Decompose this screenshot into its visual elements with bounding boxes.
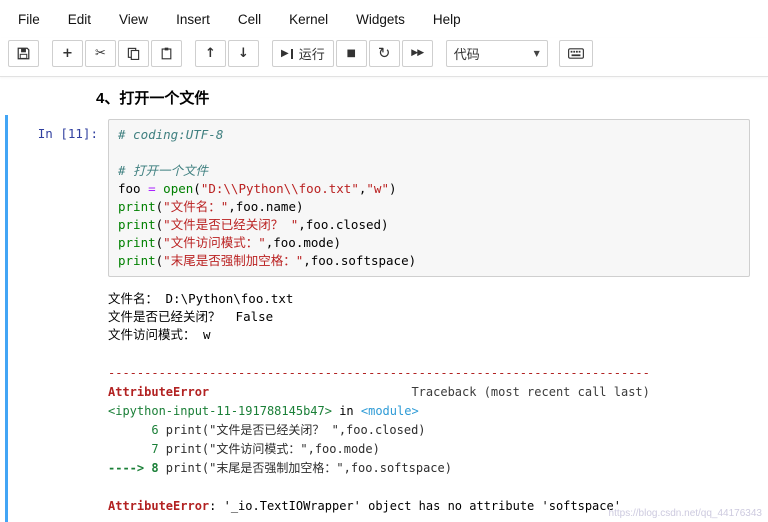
code-cell[interactable]: In [11]: # coding:UTF-8 # 打开一个文件foo = op… [5, 115, 768, 522]
cell-input-row: In [11]: # coding:UTF-8 # 打开一个文件foo = op… [8, 119, 768, 277]
menubar: File Edit View Insert Cell Kernel Widget… [0, 0, 768, 38]
cell-type-value: 代码 [454, 44, 480, 63]
traceback-line [108, 478, 758, 497]
output-line: 文件是否已经关闭？ False [108, 308, 750, 326]
code-line: # coding:UTF-8 [118, 126, 740, 144]
scissors-icon: ✂ [95, 47, 106, 60]
keyboard-shortcuts-button[interactable] [559, 40, 593, 67]
menu-kernel[interactable]: Kernel [275, 5, 342, 34]
paste-cell-button[interactable] [151, 40, 182, 67]
code-line: print("文件访问模式：",foo.mode) [118, 234, 740, 252]
plus-icon: + [62, 47, 73, 60]
copy-cell-button[interactable] [118, 40, 149, 67]
save-button[interactable] [8, 40, 39, 67]
notebook-area: 4、打开一个文件 In [11]: # coding:UTF-8 # 打开一个文… [0, 77, 768, 522]
run-group: ▶ 运行 ■ ↻ ▶▶ [272, 40, 435, 67]
cell-type-select[interactable]: 代码 ▼ [446, 40, 548, 67]
interrupt-kernel-button[interactable]: ■ [336, 40, 367, 67]
traceback-line: 6 print("文件是否已经关闭？ ",foo.closed) [108, 421, 758, 440]
traceback-line: AttributeError Traceback (most recent ca… [108, 383, 758, 402]
menu-insert[interactable]: Insert [162, 5, 224, 34]
section-heading: 4、打开一个文件 [96, 87, 768, 108]
watermark: https://blog.csdn.net/qq_44176343 [609, 508, 762, 519]
output-line: 文件名： D:\Python\foo.txt [108, 290, 750, 308]
restart-run-all-button[interactable]: ▶▶ [402, 40, 433, 67]
cut-cell-button[interactable]: ✂ [85, 40, 116, 67]
stop-icon: ■ [346, 49, 355, 59]
fast-forward-icon: ▶▶ [411, 49, 423, 58]
menu-edit[interactable]: Edit [54, 5, 105, 34]
code-line: print("末尾是否强制加空格：",foo.softspace) [118, 252, 740, 270]
keyboard-icon [568, 48, 584, 59]
toolbar: + ✂ ↑ ↓ ▶ 运行 ■ [0, 38, 768, 77]
code-line: foo = open("D:\\Python\\foo.txt","w") [118, 180, 740, 198]
menu-file[interactable]: File [4, 5, 54, 34]
menu-widgets[interactable]: Widgets [342, 5, 419, 34]
code-line [118, 144, 740, 162]
move-down-button[interactable]: ↓ [228, 40, 259, 67]
traceback-line: ----> 8 print("末尾是否强制加空格：",foo.softspace… [108, 459, 758, 478]
traceback-line: ----------------------------------------… [108, 364, 758, 383]
menu-view[interactable]: View [105, 5, 162, 34]
menu-cell[interactable]: Cell [224, 5, 275, 34]
edit-group: + ✂ [52, 40, 184, 67]
arrow-up-icon: ↑ [205, 47, 216, 60]
run-button[interactable]: ▶ 运行 [272, 40, 334, 67]
run-button-label: 运行 [299, 44, 325, 63]
run-icon: ▶ [281, 49, 289, 59]
input-prompt: In [11]: [8, 119, 108, 277]
restart-kernel-button[interactable]: ↻ [369, 40, 400, 67]
cell-output: 文件名： D:\Python\foo.txt文件是否已经关闭？ False文件访… [108, 290, 750, 344]
move-group: ↑ ↓ [195, 40, 261, 67]
traceback-line: 7 print("文件访问模式：",foo.mode) [108, 440, 758, 459]
error-traceback: ----------------------------------------… [108, 364, 758, 516]
menu-help[interactable]: Help [419, 5, 475, 34]
chevron-down-icon: ▼ [534, 49, 540, 58]
save-group [8, 40, 41, 67]
traceback-line: <ipython-input-11-191788145b47> in <modu… [108, 402, 758, 421]
save-icon [17, 47, 30, 60]
output-line: 文件访问模式： w [108, 326, 750, 344]
code-line: print("文件是否已经关闭？ ",foo.closed) [118, 216, 740, 234]
code-line: # 打开一个文件 [118, 162, 740, 180]
code-line: print("文件名：",foo.name) [118, 198, 740, 216]
copy-icon [127, 47, 140, 60]
move-up-button[interactable]: ↑ [195, 40, 226, 67]
run-icon-bar [291, 49, 293, 59]
code-editor[interactable]: # coding:UTF-8 # 打开一个文件foo = open("D:\\P… [108, 119, 750, 277]
restart-icon: ↻ [378, 46, 391, 61]
arrow-down-icon: ↓ [238, 47, 249, 60]
paste-icon [160, 47, 173, 60]
add-cell-button[interactable]: + [52, 40, 83, 67]
